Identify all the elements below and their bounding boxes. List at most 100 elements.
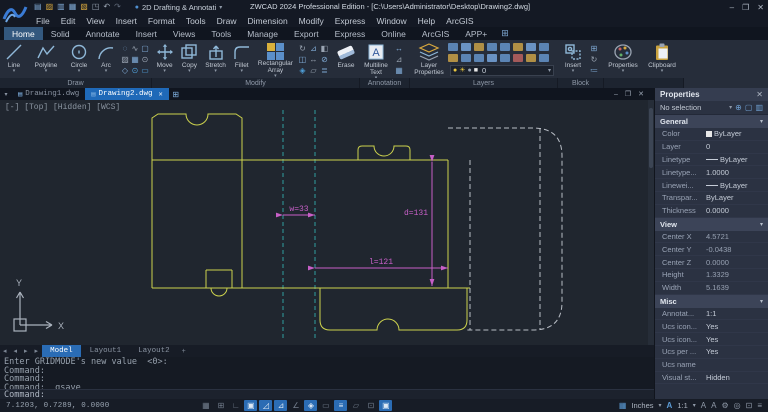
save-icon[interactable]: ▥ bbox=[57, 0, 65, 14]
command-input[interactable]: Command: bbox=[0, 389, 654, 399]
minimize-button[interactable]: ‒ bbox=[730, 3, 734, 12]
lengthen-icon[interactable]: ≣ bbox=[319, 65, 330, 76]
table-icon[interactable]: ▦ bbox=[130, 54, 140, 65]
prop-row-lineweight[interactable]: Linewei... ByLayer bbox=[655, 179, 768, 192]
layer-tool-icon[interactable] bbox=[448, 54, 458, 62]
copy-button[interactable]: Copy ▾ bbox=[177, 40, 201, 78]
layer-tool-icon[interactable] bbox=[513, 54, 523, 62]
model-space-icon[interactable]: ▦ bbox=[199, 400, 212, 411]
prop-row-center-z[interactable]: Center Z 0.0000 bbox=[655, 256, 768, 269]
prop-row-annotation-scale[interactable]: Annotat... 1:1 bbox=[655, 308, 768, 321]
ribbon-tab-tools[interactable]: Tools bbox=[203, 27, 239, 40]
layer-tool-icon[interactable] bbox=[461, 54, 471, 62]
edit-block-icon[interactable]: ↻ bbox=[588, 54, 600, 65]
draw-panel-label[interactable]: Draw bbox=[0, 78, 152, 88]
workspace-gear-icon[interactable]: ⚙ bbox=[721, 401, 728, 410]
otrack-toggle-icon[interactable]: ∠ bbox=[289, 400, 302, 411]
osnap-toggle-icon[interactable]: ⊿ bbox=[274, 400, 287, 411]
layer-tool-icon[interactable] bbox=[500, 43, 510, 51]
redo-icon[interactable]: ↷ bbox=[114, 0, 121, 14]
layer-tool-icon[interactable] bbox=[474, 54, 484, 62]
prop-row-ucs-icon-origin[interactable]: Ucs icon... Yes bbox=[655, 333, 768, 346]
ribbon-tab-express[interactable]: Express bbox=[327, 27, 374, 40]
prop-row-center-x[interactable]: Center X 4.5721 bbox=[655, 231, 768, 244]
select-objects-icon[interactable]: ▢ bbox=[745, 103, 753, 112]
dyn-ucs-toggle-icon[interactable]: ◈ bbox=[304, 400, 317, 411]
clipboard-button[interactable]: Clipboard ▾ bbox=[642, 40, 682, 78]
menu-window[interactable]: Window bbox=[376, 16, 406, 26]
prop-row-color[interactable]: Color ByLayer bbox=[655, 128, 768, 141]
doc-tab-drawing1[interactable]: ▤ Drawing1.dwg bbox=[12, 88, 85, 100]
mirror-icon[interactable]: ◫ bbox=[297, 54, 308, 65]
open-folder-icon[interactable]: ▨ bbox=[46, 0, 54, 14]
erase-button[interactable]: Erase bbox=[332, 40, 360, 78]
tab-model[interactable]: Model bbox=[42, 345, 81, 357]
section-misc[interactable]: Misc ▾ bbox=[655, 295, 768, 308]
dyn-input-toggle-icon[interactable]: ▭ bbox=[319, 400, 332, 411]
rotate-icon[interactable]: ↻ bbox=[297, 43, 308, 54]
prop-row-width[interactable]: Width 5.1639 bbox=[655, 282, 768, 295]
layers-panel-label[interactable]: Layers bbox=[410, 78, 558, 88]
prop-row-transparency[interactable]: Transpar... ByLayer bbox=[655, 192, 768, 205]
menu-draw[interactable]: Draw bbox=[217, 16, 237, 26]
ribbon-tab-export[interactable]: Export bbox=[286, 27, 327, 40]
menu-format[interactable]: Format bbox=[148, 16, 175, 26]
section-general[interactable]: General ▾ bbox=[655, 115, 768, 128]
tab-layout2[interactable]: Layout2 bbox=[130, 345, 178, 357]
rectangle-icon[interactable]: ▭ bbox=[140, 65, 150, 76]
annotation-monitor-icon[interactable]: ▣ bbox=[379, 400, 392, 411]
ribbon-tab-online[interactable]: Online bbox=[373, 27, 414, 40]
ribbon-tab-arcgis[interactable]: ArcGIS bbox=[414, 27, 457, 40]
spline-icon[interactable]: ∿ bbox=[130, 43, 140, 54]
tab-list-caret-icon[interactable]: ▾ bbox=[0, 88, 12, 100]
prop-row-ucs-icon-on[interactable]: Ucs icon... Yes bbox=[655, 320, 768, 333]
draw-extra-tools[interactable]: ◌∿▢ ▨▦⊙ ◇⊙▭ bbox=[120, 40, 150, 76]
polyline-button[interactable]: Polyline ▾ bbox=[28, 40, 64, 78]
menu-express[interactable]: Express bbox=[335, 16, 366, 26]
layer-tool-icon[interactable] bbox=[526, 43, 536, 51]
units-selector[interactable]: Inches bbox=[631, 401, 653, 410]
autoscale-icon[interactable]: A bbox=[711, 401, 716, 410]
undo-icon[interactable]: ↶ bbox=[103, 0, 110, 14]
move-button[interactable]: Move ▾ bbox=[152, 40, 177, 78]
fillet-button[interactable]: Fillet ▾ bbox=[230, 40, 254, 78]
ribbon-tab-home[interactable]: Home bbox=[4, 27, 43, 40]
point-icon[interactable]: ⊙ bbox=[140, 54, 150, 65]
properties-palette-header[interactable]: Properties ✕ bbox=[655, 88, 768, 101]
boundary-icon[interactable]: ◇ bbox=[120, 65, 130, 76]
table-tool-icon[interactable]: ▦ bbox=[392, 65, 406, 76]
menu-edit[interactable]: Edit bbox=[61, 16, 76, 26]
quick-select-icon[interactable]: ▥ bbox=[755, 103, 763, 112]
doc-restore-button[interactable]: ❐ bbox=[625, 90, 631, 98]
workspace-switcher[interactable]: ● 2D Drafting & Annotati ▾ bbox=[135, 3, 222, 12]
menu-view[interactable]: View bbox=[86, 16, 104, 26]
pickadd-toggle-icon[interactable]: ⊕ bbox=[735, 103, 742, 112]
donut-icon[interactable]: ⊙ bbox=[130, 65, 140, 76]
drawing-canvas[interactable]: [-] [Top] [Hidden] [WCS] w= bbox=[0, 100, 648, 345]
close-palette-icon[interactable]: ✕ bbox=[756, 90, 763, 99]
properties-button[interactable]: Properties ▾ bbox=[604, 40, 642, 78]
block-extra-tools[interactable]: ⊞ ↻ ≔ bbox=[588, 40, 600, 76]
ribbon-tab-solid[interactable]: Solid bbox=[43, 27, 78, 40]
layer-tool-icon[interactable] bbox=[500, 54, 510, 62]
next-layout-icon[interactable]: ▸ bbox=[21, 345, 31, 357]
ribbon-tab-manage[interactable]: Manage bbox=[239, 27, 286, 40]
dimension-icon[interactable]: ↔ bbox=[392, 43, 406, 54]
add-ribbon-tab-icon[interactable]: ⊞ bbox=[495, 27, 515, 40]
menu-file[interactable]: File bbox=[36, 16, 50, 26]
layer-tool-icon[interactable] bbox=[487, 54, 497, 62]
prev-layout-icon[interactable]: ◂ bbox=[11, 345, 21, 357]
ribbon-tab-annotate[interactable]: Annotate bbox=[78, 27, 128, 40]
layer-tool-icon[interactable] bbox=[474, 43, 484, 51]
customize-icon[interactable]: ≡ bbox=[757, 401, 762, 410]
menu-tools[interactable]: Tools bbox=[186, 16, 206, 26]
tab-layout1[interactable]: Layout1 bbox=[82, 345, 130, 357]
prop-row-linetype-scale[interactable]: Linetype... 1.0000 bbox=[655, 166, 768, 179]
layer-tool-icon[interactable] bbox=[539, 54, 549, 62]
maximize-button[interactable]: ❐ bbox=[742, 3, 749, 12]
hatch-icon[interactable]: ▨ bbox=[120, 54, 130, 65]
layer-tool-icon[interactable] bbox=[526, 54, 536, 62]
multiline-text-button[interactable]: A Multiline Text ▾ bbox=[360, 40, 392, 78]
ribbon-tab-views[interactable]: Views bbox=[165, 27, 204, 40]
preview-icon[interactable]: ◳ bbox=[92, 0, 100, 14]
